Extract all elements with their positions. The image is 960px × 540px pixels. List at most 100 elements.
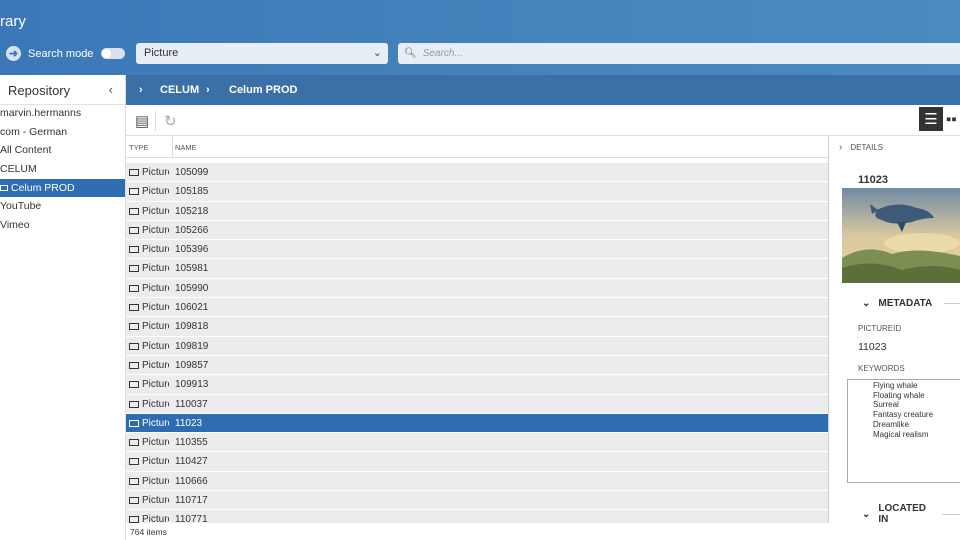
search-placeholder: Search... (422, 48, 463, 59)
tree-item-vimeo[interactable]: Vimeo (0, 216, 125, 235)
breadcrumb-item-celum-prod[interactable]: Celum PROD (229, 84, 297, 96)
picture-icon (129, 284, 139, 292)
tree-item-german[interactable]: com - German (0, 123, 125, 142)
breadcrumb-item-celum[interactable]: CELUM (160, 84, 199, 96)
keyword: Surreal (873, 400, 899, 410)
row-name: 105990 (175, 282, 209, 294)
column-divider[interactable] (172, 136, 173, 158)
column-type[interactable]: TYPE (129, 143, 149, 152)
table-row[interactable]: Picture 105099 (126, 163, 828, 183)
table-row[interactable]: Picture 105990 (126, 278, 828, 299)
row-type: Picture (129, 418, 169, 429)
tree-item-all-content[interactable]: All Content (0, 141, 125, 160)
asset-thumbnail[interactable] (842, 188, 960, 283)
table-row[interactable]: Picture 109913 (126, 375, 828, 395)
collapse-sidebar-icon[interactable]: ‹ (109, 82, 113, 97)
row-name: 110355 (175, 437, 208, 449)
refresh-icon[interactable]: ↻ (164, 112, 177, 130)
row-name: 105396 (175, 244, 209, 256)
search-mode-toggle[interactable] (101, 48, 126, 59)
new-document-icon[interactable]: ▤ (135, 112, 149, 130)
list-header: TYPE NAME (126, 136, 828, 158)
chevron-down-icon: ⌄ (862, 508, 871, 520)
table-row[interactable]: Picture 109857 (126, 355, 828, 376)
search-input[interactable]: 🔍︎ Search... (398, 43, 960, 64)
table-row[interactable]: Picture 105185 (126, 182, 828, 202)
picture-icon (129, 497, 139, 505)
row-type: Picture (129, 437, 169, 448)
table-row[interactable]: Picture 109818 (126, 317, 828, 337)
row-type: Picture (129, 495, 169, 506)
row-type: Picture (129, 456, 169, 467)
column-name[interactable]: NAME (175, 143, 197, 152)
table-row[interactable]: Picture 110666 (126, 471, 828, 492)
table-row[interactable]: Picture 105218 (126, 201, 828, 221)
table-row[interactable]: Picture 110037 (126, 394, 828, 414)
type-select-value: Picture (144, 47, 179, 59)
grid-view-icon[interactable]: ▪▪ (946, 107, 960, 131)
table-row[interactable]: Picture 110771 (126, 510, 828, 523)
picture-icon (129, 169, 139, 176)
keyword: Fantasy creature (873, 410, 934, 420)
row-name: 110771 (175, 514, 208, 523)
row-name: 11023 (175, 417, 203, 429)
picture-icon (129, 342, 139, 350)
folder-icon (0, 184, 8, 191)
row-type: Picture (129, 186, 169, 197)
table-row[interactable]: Picture 110717 (126, 491, 828, 511)
table-row[interactable]: Picture 105981 (126, 259, 828, 279)
row-name: 109819 (175, 340, 209, 352)
row-name: 110666 (175, 475, 208, 487)
table-row[interactable]: Picture 105266 (126, 220, 828, 241)
keywords-field[interactable]: Flying whale Floating whale Surreal Fant… (847, 379, 960, 483)
table-row[interactable]: Picture 110427 (126, 452, 828, 472)
row-type: Picture (129, 263, 169, 274)
table-row[interactable]: Picture 109819 (126, 336, 828, 356)
arrow-right-icon[interactable]: ➜ (6, 46, 21, 61)
row-type: Picture (129, 302, 169, 313)
table-row[interactable]: Picture 11023 (126, 413, 828, 434)
row-type: Picture (129, 379, 169, 390)
metadata-section-toggle[interactable]: ⌄ METADATA (862, 298, 960, 309)
row-type: Picture (129, 167, 169, 178)
tree-item-user[interactable]: marvin.hermanns (0, 104, 125, 123)
row-name: 110427 (175, 456, 208, 468)
toolbar: ▤ ↻ ☰ ▪▪ (126, 105, 960, 136)
search-mode-control[interactable]: ➜ Search mode (6, 46, 126, 61)
picture-icon (129, 516, 139, 523)
type-select[interactable]: Picture ⌄ (136, 43, 388, 64)
chevron-right-icon: › (839, 142, 843, 153)
table-row[interactable]: Picture 110355 (126, 433, 828, 453)
keyword: Dreamlike (873, 419, 910, 429)
picture-icon (129, 400, 139, 408)
row-type: Picture (129, 244, 169, 255)
row-name: 106021 (175, 302, 209, 314)
chevron-down-icon: ⌄ (862, 298, 871, 309)
asset-title: 11023 (858, 174, 888, 186)
picture-icon (129, 188, 139, 196)
picture-icon (129, 458, 139, 466)
chevron-down-icon: ⌄ (372, 47, 382, 59)
picture-icon (129, 323, 139, 331)
located-in-section-toggle[interactable]: ⌄ LOCATED IN (862, 503, 960, 525)
whale-image (842, 188, 960, 283)
picture-icon (129, 304, 139, 312)
tree-item-youtube[interactable]: YouTube (0, 197, 125, 216)
breadcrumb-separator: › (206, 84, 210, 96)
search-icon: 🔍︎ (404, 48, 417, 59)
row-type: Picture (129, 514, 169, 523)
toolbar-divider (155, 111, 156, 131)
tree-item-celum[interactable]: CELUM (0, 160, 125, 179)
list-view-icon[interactable]: ☰ (919, 107, 943, 131)
tree-item-celum-prod[interactable]: Celum PROD (0, 178, 125, 198)
picture-icon (129, 361, 139, 369)
row-type: Picture (129, 360, 169, 371)
table-row[interactable]: Picture 106021 (126, 298, 828, 318)
row-name: 110717 (175, 495, 208, 507)
row-type: Picture (129, 283, 169, 294)
picture-icon (129, 207, 139, 215)
breadcrumb-separator: › (139, 84, 143, 96)
details-header[interactable]: › DETAILS (839, 142, 883, 153)
asset-list: TYPE NAME Picture105099Picture105185Pict… (126, 136, 829, 523)
table-row[interactable]: Picture 105396 (126, 240, 828, 260)
